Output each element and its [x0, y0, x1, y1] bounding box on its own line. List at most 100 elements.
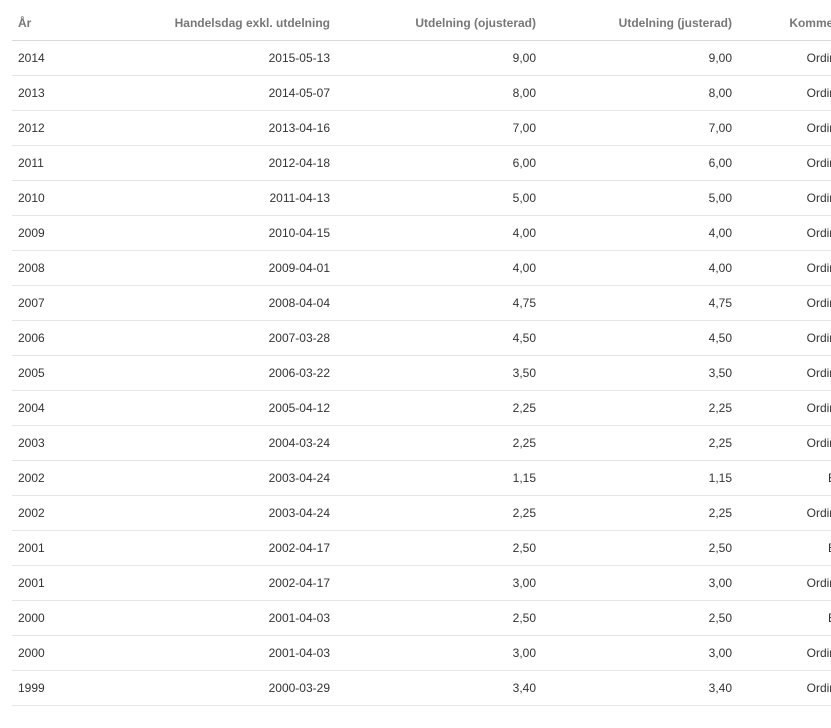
cell-dividend-unadjusted: 4,00	[336, 215, 542, 251]
cell-ex-date: 2003-04-24	[119, 495, 336, 531]
cell-dividend-unadjusted: 4,50	[336, 320, 542, 356]
cell-dividend-unadjusted: 2,50	[336, 530, 542, 566]
table-row: 20022003-04-242,252,25Ordinarie	[12, 495, 831, 531]
cell-comment: Ordinarie	[738, 180, 831, 216]
cell-ex-date: 2014-05-07	[119, 75, 336, 111]
table-row: 20032004-03-242,252,25Ordinarie	[12, 425, 831, 461]
cell-comment: Ordinarie	[738, 215, 831, 251]
table-row: 20052006-03-223,503,50Ordinarie	[12, 355, 831, 391]
cell-ex-date: 2012-04-18	[119, 145, 336, 181]
cell-ex-date: 2015-05-13	[119, 40, 336, 76]
column-header-year[interactable]: År	[12, 6, 119, 41]
cell-dividend-unadjusted: 3,00	[336, 635, 542, 671]
cell-dividend-unadjusted: 3,40	[336, 670, 542, 706]
cell-comment: Ordinarie	[738, 635, 831, 671]
cell-dividend-adjusted: 4,50	[542, 320, 738, 356]
cell-year: 1999	[12, 670, 119, 706]
cell-dividend-unadjusted: 5,00	[336, 180, 542, 216]
cell-comment: Ordinarie	[738, 670, 831, 706]
cell-dividend-adjusted: 3,00	[542, 565, 738, 601]
cell-dividend-adjusted: 2,25	[542, 495, 738, 531]
table-row: 20012002-04-172,502,50Extra	[12, 530, 831, 566]
cell-ex-date: 2010-04-15	[119, 215, 336, 251]
cell-ex-date: 2013-04-16	[119, 110, 336, 146]
cell-ex-date: 2004-03-24	[119, 425, 336, 461]
cell-comment: Ordinarie	[738, 40, 831, 76]
column-header-comment[interactable]: Kommentar	[738, 6, 831, 41]
cell-ex-date: 2003-04-24	[119, 460, 336, 496]
table-row: 20002001-04-032,502,50Extra	[12, 600, 831, 636]
table-row: 20092010-04-154,004,00Ordinarie	[12, 215, 831, 251]
cell-dividend-unadjusted: 4,00	[336, 250, 542, 286]
cell-dividend-adjusted: 2,25	[542, 390, 738, 426]
cell-year: 2002	[12, 495, 119, 531]
cell-ex-date: 2002-04-17	[119, 565, 336, 601]
cell-comment: Ordinarie	[738, 320, 831, 356]
cell-year: 2000	[12, 635, 119, 671]
table-row: 20132014-05-078,008,00Ordinarie	[12, 75, 831, 111]
cell-comment: Extra	[738, 600, 831, 636]
dividend-table-container: År Handelsdag exkl. utdelning Utdelning …	[12, 6, 831, 706]
cell-comment: Extra	[738, 460, 831, 496]
cell-comment: Extra	[738, 530, 831, 566]
cell-year: 2010	[12, 180, 119, 216]
table-row: 20002001-04-033,003,00Ordinarie	[12, 635, 831, 671]
column-header-ex-date[interactable]: Handelsdag exkl. utdelning	[119, 6, 336, 41]
cell-dividend-unadjusted: 1,15	[336, 460, 542, 496]
cell-year: 2005	[12, 355, 119, 391]
cell-year: 2007	[12, 285, 119, 321]
column-header-dividend-unadjusted[interactable]: Utdelning (ojusterad)	[336, 6, 542, 41]
cell-year: 2000	[12, 600, 119, 636]
cell-year: 2004	[12, 390, 119, 426]
cell-dividend-adjusted: 6,00	[542, 145, 738, 181]
cell-year: 2002	[12, 460, 119, 496]
cell-year: 2003	[12, 425, 119, 461]
table-row: 20022003-04-241,151,15Extra	[12, 460, 831, 496]
cell-comment: Ordinarie	[738, 250, 831, 286]
cell-comment: Ordinarie	[738, 495, 831, 531]
cell-ex-date: 2000-03-29	[119, 670, 336, 706]
cell-year: 2008	[12, 250, 119, 286]
column-header-dividend-adjusted[interactable]: Utdelning (justerad)	[542, 6, 738, 41]
header-row: År Handelsdag exkl. utdelning Utdelning …	[12, 6, 831, 41]
cell-dividend-adjusted: 2,25	[542, 425, 738, 461]
cell-ex-date: 2002-04-17	[119, 530, 336, 566]
cell-dividend-adjusted: 5,00	[542, 180, 738, 216]
cell-comment: Ordinarie	[738, 75, 831, 111]
cell-ex-date: 2011-04-13	[119, 180, 336, 216]
cell-dividend-unadjusted: 2,25	[336, 425, 542, 461]
cell-ex-date: 2007-03-28	[119, 320, 336, 356]
cell-comment: Ordinarie	[738, 390, 831, 426]
cell-ex-date: 2001-04-03	[119, 635, 336, 671]
cell-dividend-unadjusted: 2,25	[336, 390, 542, 426]
table-row: 20112012-04-186,006,00Ordinarie	[12, 145, 831, 181]
cell-dividend-adjusted: 2,50	[542, 530, 738, 566]
cell-dividend-unadjusted: 6,00	[336, 145, 542, 181]
cell-comment: Ordinarie	[738, 565, 831, 601]
cell-dividend-adjusted: 8,00	[542, 75, 738, 111]
cell-dividend-adjusted: 7,00	[542, 110, 738, 146]
cell-dividend-adjusted: 4,00	[542, 215, 738, 251]
table-row: 20122013-04-167,007,00Ordinarie	[12, 110, 831, 146]
cell-dividend-unadjusted: 2,50	[336, 600, 542, 636]
cell-year: 2006	[12, 320, 119, 356]
table-row: 20062007-03-284,504,50Ordinarie	[12, 320, 831, 356]
dividend-table: År Handelsdag exkl. utdelning Utdelning …	[12, 6, 831, 706]
table-row: 20072008-04-044,754,75Ordinarie	[12, 285, 831, 321]
cell-ex-date: 2006-03-22	[119, 355, 336, 391]
cell-year: 2001	[12, 565, 119, 601]
cell-dividend-adjusted: 3,00	[542, 635, 738, 671]
cell-ex-date: 2009-04-01	[119, 250, 336, 286]
cell-dividend-unadjusted: 4,75	[336, 285, 542, 321]
cell-dividend-adjusted: 4,75	[542, 285, 738, 321]
table-body: 20142015-05-139,009,00Ordinarie20132014-…	[12, 40, 831, 706]
cell-year: 2011	[12, 145, 119, 181]
cell-year: 2013	[12, 75, 119, 111]
cell-dividend-unadjusted: 8,00	[336, 75, 542, 111]
table-row: 20042005-04-122,252,25Ordinarie	[12, 390, 831, 426]
cell-comment: Ordinarie	[738, 425, 831, 461]
cell-comment: Ordinarie	[738, 145, 831, 181]
cell-year: 2012	[12, 110, 119, 146]
cell-comment: Ordinarie	[738, 110, 831, 146]
table-row: 20102011-04-135,005,00Ordinarie	[12, 180, 831, 216]
